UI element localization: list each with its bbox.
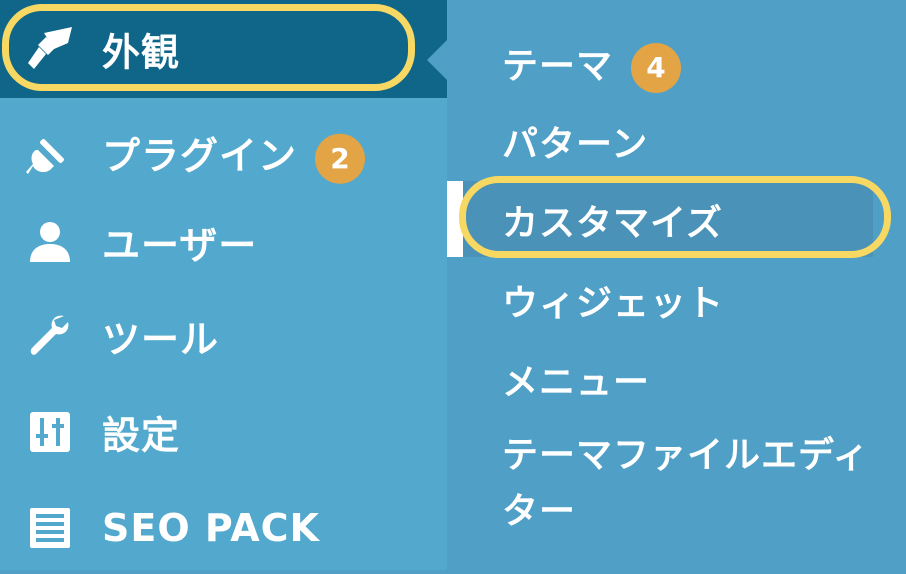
theme-update-badge: 4 [631,43,682,93]
active-pointer-arrow [427,40,447,80]
sidebar-item-tools[interactable]: ツール [0,290,447,382]
submenu-item-theme-file-editor[interactable]: テーマファイルエディター [502,428,872,540]
submenu-item-label: テーマ [502,46,614,87]
wrench-icon [24,310,76,362]
sidebar-item-plugins[interactable]: プラグイン 2 [0,108,447,200]
sidebar-item-label: ツール [102,317,220,362]
sidebar-item-users[interactable]: ユーザー [0,196,447,288]
sidebar-item-appearance[interactable]: 外観 [0,0,447,98]
sidebar-item-seo-pack[interactable]: SEO PACK [0,482,447,574]
sidebar-item-label: SEO PACK [102,506,320,550]
list-icon [24,502,76,554]
submenu-item-widgets[interactable]: ウィジェット [502,274,724,326]
submenu-item-themes[interactable]: テーマ 4 [502,37,682,93]
update-count-badge: 2 [315,133,366,184]
sidebar-item-settings[interactable]: 設定 [0,386,447,478]
sidebar-item-label: ユーザー [102,223,258,268]
current-item-indicator [447,181,463,257]
appearance-submenu: テーマ 4 パターン カスタマイズ ウィジェット メニュー テーマファイルエディタ… [447,0,906,570]
admin-sidebar: 外観 プラグイン 2 ユーザー ツール 設定 SEO PACK [0,0,447,570]
plugin-icon [24,128,76,180]
user-icon [24,216,76,268]
settings-sliders-icon [24,406,76,458]
submenu-item-customize[interactable]: カスタマイズ [502,194,723,246]
paintbrush-icon [24,23,76,75]
sidebar-item-label: 外観 [102,30,181,75]
submenu-item-patterns[interactable]: パターン [502,115,648,167]
sidebar-item-label: プラグイン [102,133,298,178]
submenu-item-menus[interactable]: メニュー [502,353,650,405]
sidebar-item-label: 設定 [102,413,181,458]
